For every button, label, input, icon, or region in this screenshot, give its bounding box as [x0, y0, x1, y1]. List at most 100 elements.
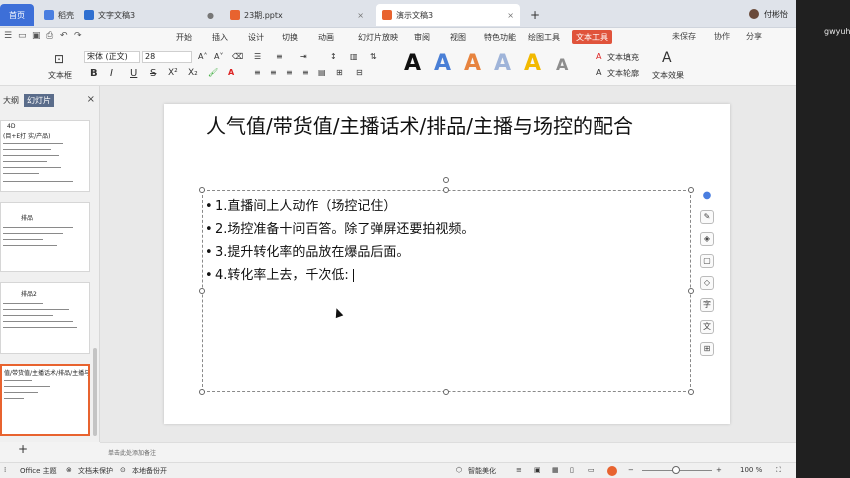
resize-handle-sw[interactable]: [199, 389, 205, 395]
superscript-button[interactable]: X²: [168, 68, 178, 78]
text-format-icon[interactable]: 字: [700, 298, 714, 312]
underline-button[interactable]: U: [130, 68, 137, 79]
wordart-style-black-icon[interactable]: A: [404, 51, 421, 76]
numbered-list-icon[interactable]: ≡: [276, 52, 283, 61]
align-center-icon[interactable]: ≡: [270, 68, 277, 77]
save-icon[interactable]: ▣: [32, 31, 41, 41]
pen-icon[interactable]: ✎: [700, 210, 714, 224]
align-right-icon[interactable]: ≡: [286, 68, 293, 77]
zoom-slider-knob[interactable]: [672, 466, 680, 474]
document-protection[interactable]: 文档未保护: [78, 466, 113, 476]
menu-slideshow[interactable]: 幻灯片放映: [358, 30, 398, 44]
strikethrough-button[interactable]: S: [150, 68, 156, 79]
resize-handle-ne[interactable]: [688, 187, 694, 193]
text-box-icon[interactable]: ⊡: [54, 52, 64, 66]
presenter-view-icon[interactable]: ▭: [588, 466, 595, 474]
slide[interactable]: 人气值/带货值/主播话术/排品/主播与场控的配合 • 1.直播间上人动作（场控记住…: [164, 104, 730, 424]
bullet-item[interactable]: • 4.转化率上去，千次低:: [205, 264, 474, 287]
slide-thumbnail-2[interactable]: 排品: [0, 202, 90, 272]
text-layout-icon[interactable]: 文: [700, 320, 714, 334]
resize-handle-nw[interactable]: [199, 187, 205, 193]
fill-icon[interactable]: ◈: [700, 232, 714, 246]
clear-format-icon[interactable]: ⌫: [232, 52, 243, 61]
bold-button[interactable]: B: [90, 68, 98, 79]
avatar[interactable]: [749, 9, 759, 19]
slide-thumbnail-1[interactable]: 4D (目+E打 实/产品): [0, 120, 90, 192]
panel-scrollbar[interactable]: [93, 348, 97, 436]
zoom-in-icon[interactable]: +: [716, 466, 722, 474]
normal-view-icon[interactable]: ▣: [534, 466, 541, 474]
resize-handle-w[interactable]: [199, 288, 205, 294]
text-align-icon[interactable]: ⊞: [336, 68, 343, 77]
font-size-select[interactable]: 28: [142, 51, 192, 63]
resize-handle-n[interactable]: [443, 187, 449, 193]
align-left-icon[interactable]: ≡: [254, 68, 261, 77]
tab-active-presentation[interactable]: 演示文稿3 ×: [376, 4, 520, 26]
wordart-style-gold-icon[interactable]: A: [524, 51, 541, 76]
subscript-button[interactable]: X₂: [188, 68, 198, 78]
resize-handle-se[interactable]: [688, 389, 694, 395]
menu-insert[interactable]: 插入: [212, 30, 228, 44]
menu-features[interactable]: 特色功能: [484, 30, 516, 44]
shrink-font-icon[interactable]: A˅: [214, 52, 223, 61]
slide-title[interactable]: 人气值/带货值/主播话术/排品/主播与场控的配合: [206, 114, 686, 139]
notes-pane[interactable]: 单击此处添加备注: [100, 442, 796, 462]
add-slide-button[interactable]: +: [18, 442, 28, 456]
tab-text-document[interactable]: 文字文稿3 ●: [78, 4, 220, 26]
menu-drawing-tools[interactable]: 绘图工具: [528, 30, 560, 44]
wordart-style-orange-icon[interactable]: A: [464, 51, 481, 76]
bullet-item[interactable]: • 1.直播间上人动作（场控记住）: [205, 195, 474, 218]
smart-dot-icon[interactable]: ●: [700, 190, 714, 204]
text-fill-button[interactable]: 文本填充: [607, 52, 639, 63]
zoom-level[interactable]: 100 %: [740, 466, 762, 474]
resize-handle-s[interactable]: [443, 389, 449, 395]
wordart-style-gray-icon[interactable]: A: [556, 55, 568, 74]
more-tools-icon[interactable]: ⊞: [700, 342, 714, 356]
share-button[interactable]: 分享: [746, 31, 762, 42]
text-effect-button[interactable]: 文本效果: [652, 70, 684, 81]
layers-icon[interactable]: ◇: [700, 276, 714, 290]
bullet-item[interactable]: • 2.场控准备十问百答。除了弹屏还要拍视频。: [205, 218, 474, 241]
convert-smartart-icon[interactable]: ⊟: [356, 68, 363, 77]
distribute-icon[interactable]: ▤: [318, 68, 326, 77]
redo-icon[interactable]: ↷: [74, 31, 82, 41]
menu-animation[interactable]: 动画: [318, 30, 334, 44]
wordart-style-outline-icon[interactable]: A: [494, 51, 511, 76]
wordart-style-blue-icon[interactable]: A: [434, 51, 451, 76]
theme-label[interactable]: Office 主题: [20, 466, 57, 476]
menu-review[interactable]: 审阅: [414, 30, 430, 44]
close-icon[interactable]: ×: [507, 11, 514, 20]
text-direction-icon[interactable]: ⇅: [370, 52, 377, 61]
text-box-button[interactable]: 文本框: [48, 70, 72, 81]
collaborate-button[interactable]: 协作: [714, 31, 730, 42]
grow-font-icon[interactable]: A˄: [198, 52, 207, 61]
tab-docer[interactable]: 稻壳: [38, 4, 74, 26]
slide-thumbnail-4-selected[interactable]: 值/带货值/主播话术/排品/主播与场控的: [0, 364, 90, 436]
tab-pptx-file[interactable]: 23期.pptx ×: [224, 4, 370, 26]
sorter-view-icon[interactable]: ▦: [552, 466, 559, 474]
tab-outline[interactable]: 大纲: [0, 94, 22, 107]
text-outline-button[interactable]: 文本轮廓: [607, 68, 639, 79]
menu-transition[interactable]: 切换: [282, 30, 298, 44]
justify-icon[interactable]: ≡: [302, 68, 309, 77]
close-icon[interactable]: ×: [357, 11, 364, 20]
italic-button[interactable]: I: [110, 68, 113, 79]
menu-view[interactable]: 视图: [450, 30, 466, 44]
close-icon[interactable]: ●: [207, 11, 214, 20]
user-name[interactable]: 付彬怡: [764, 9, 788, 20]
reading-view-icon[interactable]: ▯: [570, 466, 574, 474]
undo-icon[interactable]: ↶: [60, 31, 68, 41]
open-icon[interactable]: ▭: [18, 31, 27, 41]
frame-icon[interactable]: ▢: [700, 254, 714, 268]
font-name-select[interactable]: 宋体 (正文): [84, 51, 140, 63]
font-color-icon[interactable]: A: [228, 68, 234, 77]
slide-thumbnail-3[interactable]: 排品2: [0, 282, 90, 354]
highlight-icon[interactable]: 🖌: [208, 68, 218, 77]
line-spacing-icon[interactable]: ↕: [330, 52, 337, 61]
menu-text-tools[interactable]: 文本工具: [572, 30, 612, 44]
smart-beautify-button[interactable]: 智能美化: [468, 466, 496, 476]
tab-slides[interactable]: 幻灯片: [24, 94, 54, 107]
fit-window-icon[interactable]: ⛶: [776, 466, 781, 475]
indent-icon[interactable]: ⇥: [300, 52, 307, 61]
content-text-box[interactable]: • 1.直播间上人动作（场控记住） • 2.场控准备十问百答。除了弹屏还要拍视频。 …: [199, 177, 694, 395]
